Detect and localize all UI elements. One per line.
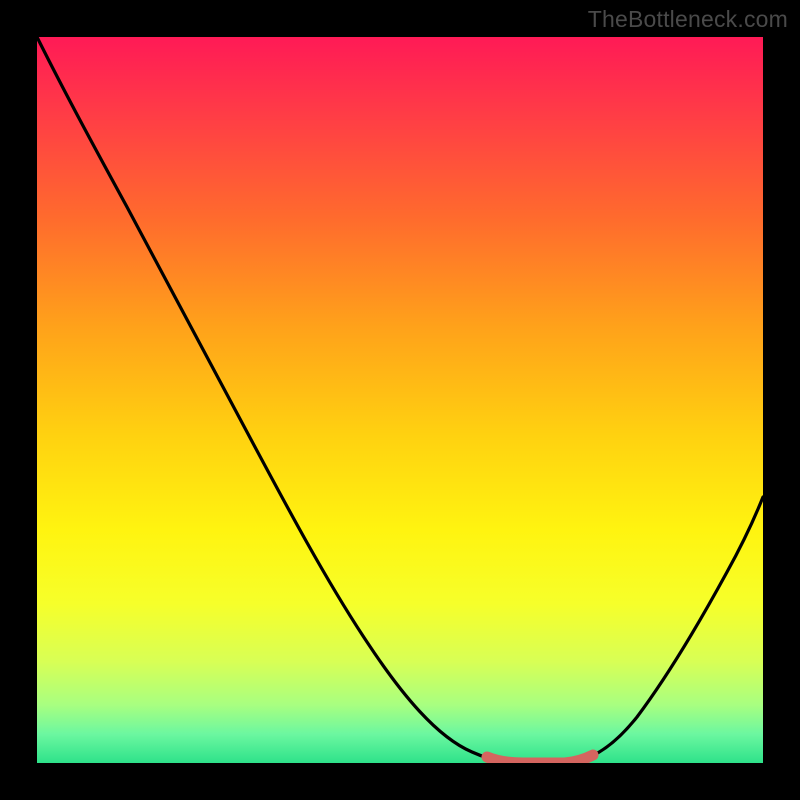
curve-layer <box>37 37 763 763</box>
plot-area <box>37 37 763 763</box>
highlight-segment <box>487 755 593 763</box>
chart-stage: TheBottleneck.com <box>0 0 800 800</box>
watermark-text: TheBottleneck.com <box>588 6 788 33</box>
bottleneck-curve <box>37 37 763 762</box>
